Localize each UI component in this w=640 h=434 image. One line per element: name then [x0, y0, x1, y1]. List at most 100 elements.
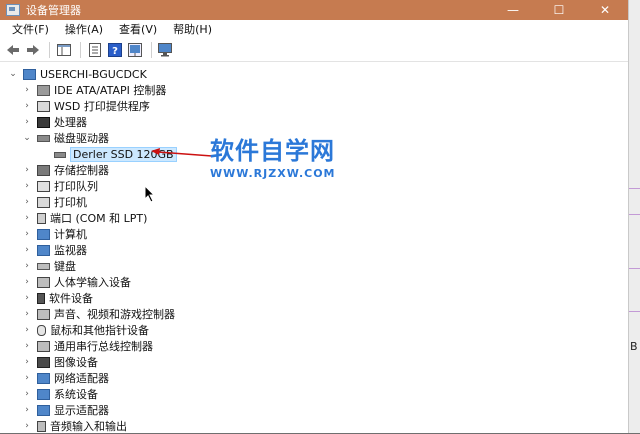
tree-item-processor[interactable]: › 处理器: [22, 114, 87, 130]
computer-icon: [23, 68, 36, 80]
tree-item-software-device[interactable]: › 软件设备: [22, 290, 93, 306]
chevron-right-icon[interactable]: ›: [22, 420, 32, 432]
tree-item-label: 存储控制器: [54, 164, 109, 177]
divider: [629, 188, 640, 189]
chevron-right-icon[interactable]: ›: [22, 180, 32, 192]
tree-item-label: 软件设备: [49, 292, 93, 305]
toolbar-separator: [49, 42, 50, 58]
help-button[interactable]: ?: [106, 41, 124, 59]
chevron-right-icon[interactable]: ›: [22, 388, 32, 400]
annotation-arrow: [151, 148, 213, 157]
tree-item-label: 通用串行总线控制器: [54, 340, 153, 353]
tree-item-printer[interactable]: › 打印机: [22, 194, 87, 210]
tree-item-usb[interactable]: › 通用串行总线控制器: [22, 338, 153, 354]
tree-item-label: 打印队列: [54, 180, 98, 193]
mouse-icon: [37, 324, 46, 336]
watermark: 软件自学网 WWW.RJZXW.COM: [210, 137, 336, 180]
chevron-right-icon[interactable]: ›: [22, 308, 32, 320]
help-icon: ?: [108, 43, 122, 57]
menu-action[interactable]: 操作(A): [57, 20, 111, 39]
watermark-url: WWW.RJZXW.COM: [210, 167, 336, 180]
network-adapter-icon: [37, 372, 50, 384]
audio-icon: [37, 420, 46, 432]
tree-item-system-device[interactable]: › 系统设备: [22, 386, 98, 402]
tree-item-storage-controller[interactable]: › 存储控制器: [22, 162, 109, 178]
divider: [629, 214, 640, 215]
tree-item-label: 显示适配器: [54, 404, 109, 417]
chevron-right-icon[interactable]: ›: [22, 292, 32, 304]
chevron-right-icon[interactable]: ›: [22, 372, 32, 384]
tree-item-audio[interactable]: › 音频输入和输出: [22, 418, 127, 434]
tree-item-camera[interactable]: › 图像设备: [22, 354, 98, 370]
software-device-icon: [37, 292, 45, 304]
tree-item-label: 人体学输入设备: [54, 276, 131, 289]
close-button[interactable]: ✕: [582, 0, 628, 20]
tree-item-sound[interactable]: › 声音、视频和游戏控制器: [22, 306, 175, 322]
chevron-right-icon[interactable]: ›: [22, 324, 32, 336]
tree-item-keyboard[interactable]: › 键盘: [22, 258, 76, 274]
tree-item-ide-controller[interactable]: › IDE ATA/ATAPI 控制器: [22, 82, 166, 98]
system-device-icon: [37, 388, 50, 400]
menu-help[interactable]: 帮助(H): [165, 20, 220, 39]
monitor-icon: [37, 244, 50, 256]
sound-icon: [37, 308, 50, 320]
title-bar[interactable]: 设备管理器 — ☐ ✕: [0, 0, 628, 20]
tree-item-label: 计算机: [54, 228, 87, 241]
chevron-right-icon[interactable]: ›: [22, 116, 32, 128]
chevron-right-icon[interactable]: ›: [22, 340, 32, 352]
chevron-down-icon[interactable]: ⌄: [22, 132, 32, 144]
tree-item-label: 键盘: [54, 260, 76, 273]
tree-item-computer[interactable]: › 计算机: [22, 226, 87, 242]
tree-item-label: IDE ATA/ATAPI 控制器: [54, 84, 167, 97]
tree-item-mouse[interactable]: › 鼠标和其他指针设备: [22, 322, 149, 338]
drive-icon: [54, 152, 66, 158]
chevron-right-icon[interactable]: ›: [22, 164, 32, 176]
chevron-right-icon[interactable]: ›: [22, 356, 32, 368]
tree-item-label: 磁盘驱动器: [54, 132, 109, 145]
menu-view[interactable]: 查看(V): [111, 20, 165, 39]
computer-icon: [37, 228, 50, 240]
chevron-right-icon[interactable]: ›: [22, 260, 32, 272]
chevron-right-icon[interactable]: ›: [22, 212, 32, 224]
tree-item-label: 监视器: [54, 244, 87, 257]
chevron-right-icon[interactable]: ›: [22, 228, 32, 240]
camera-icon: [37, 356, 50, 368]
chevron-right-icon[interactable]: ›: [22, 276, 32, 288]
chevron-right-icon[interactable]: ›: [22, 100, 32, 112]
tree-item-label: 系统设备: [54, 388, 98, 401]
back-button[interactable]: [4, 41, 22, 59]
minimize-button[interactable]: —: [490, 0, 536, 20]
maximize-button[interactable]: ☐: [536, 0, 582, 20]
chevron-down-icon[interactable]: ⌄: [8, 68, 18, 80]
tree-root[interactable]: ⌄ USERCHI-BGUCDCK: [8, 66, 147, 82]
chevron-right-icon[interactable]: ›: [22, 84, 32, 96]
tree-item-disk-drive[interactable]: ⌄ 磁盘驱动器: [22, 130, 109, 146]
tree-item-print-queue[interactable]: › 打印队列: [22, 178, 98, 194]
tree-item-monitor[interactable]: › 监视器: [22, 242, 87, 258]
console-tree-icon: [57, 44, 71, 56]
show-hide-console-tree-button[interactable]: [55, 41, 73, 59]
disk-drive-icon: [37, 134, 50, 142]
printer-icon: [37, 100, 50, 112]
properties-button[interactable]: [86, 41, 104, 59]
forward-arrow-icon: [27, 45, 39, 55]
chevron-right-icon[interactable]: ›: [22, 244, 32, 256]
chevron-right-icon[interactable]: ›: [22, 404, 32, 416]
forward-button[interactable]: [24, 41, 42, 59]
scan-hardware-button[interactable]: [157, 41, 175, 59]
print-queue-icon: [37, 180, 50, 192]
tree-item-display-adapter[interactable]: › 显示适配器: [22, 402, 109, 418]
tree-item-port[interactable]: › 端口 (COM 和 LPT): [22, 210, 147, 226]
tree-item-printer[interactable]: › WSD 打印提供程序: [22, 98, 150, 114]
chevron-right-icon[interactable]: ›: [22, 196, 32, 208]
tree-item-label: 网络适配器: [54, 372, 109, 385]
monitor-scan-icon: [158, 43, 172, 57]
tree-item-network-adapter[interactable]: › 网络适配器: [22, 370, 109, 386]
window-title: 设备管理器: [26, 4, 81, 17]
update-driver-icon: [128, 43, 142, 57]
svg-text:?: ?: [112, 46, 118, 57]
tree-item-hid[interactable]: › 人体学输入设备: [22, 274, 131, 290]
menu-file[interactable]: 文件(F): [4, 20, 57, 39]
update-driver-button[interactable]: [126, 41, 144, 59]
back-arrow-icon: [7, 45, 19, 55]
